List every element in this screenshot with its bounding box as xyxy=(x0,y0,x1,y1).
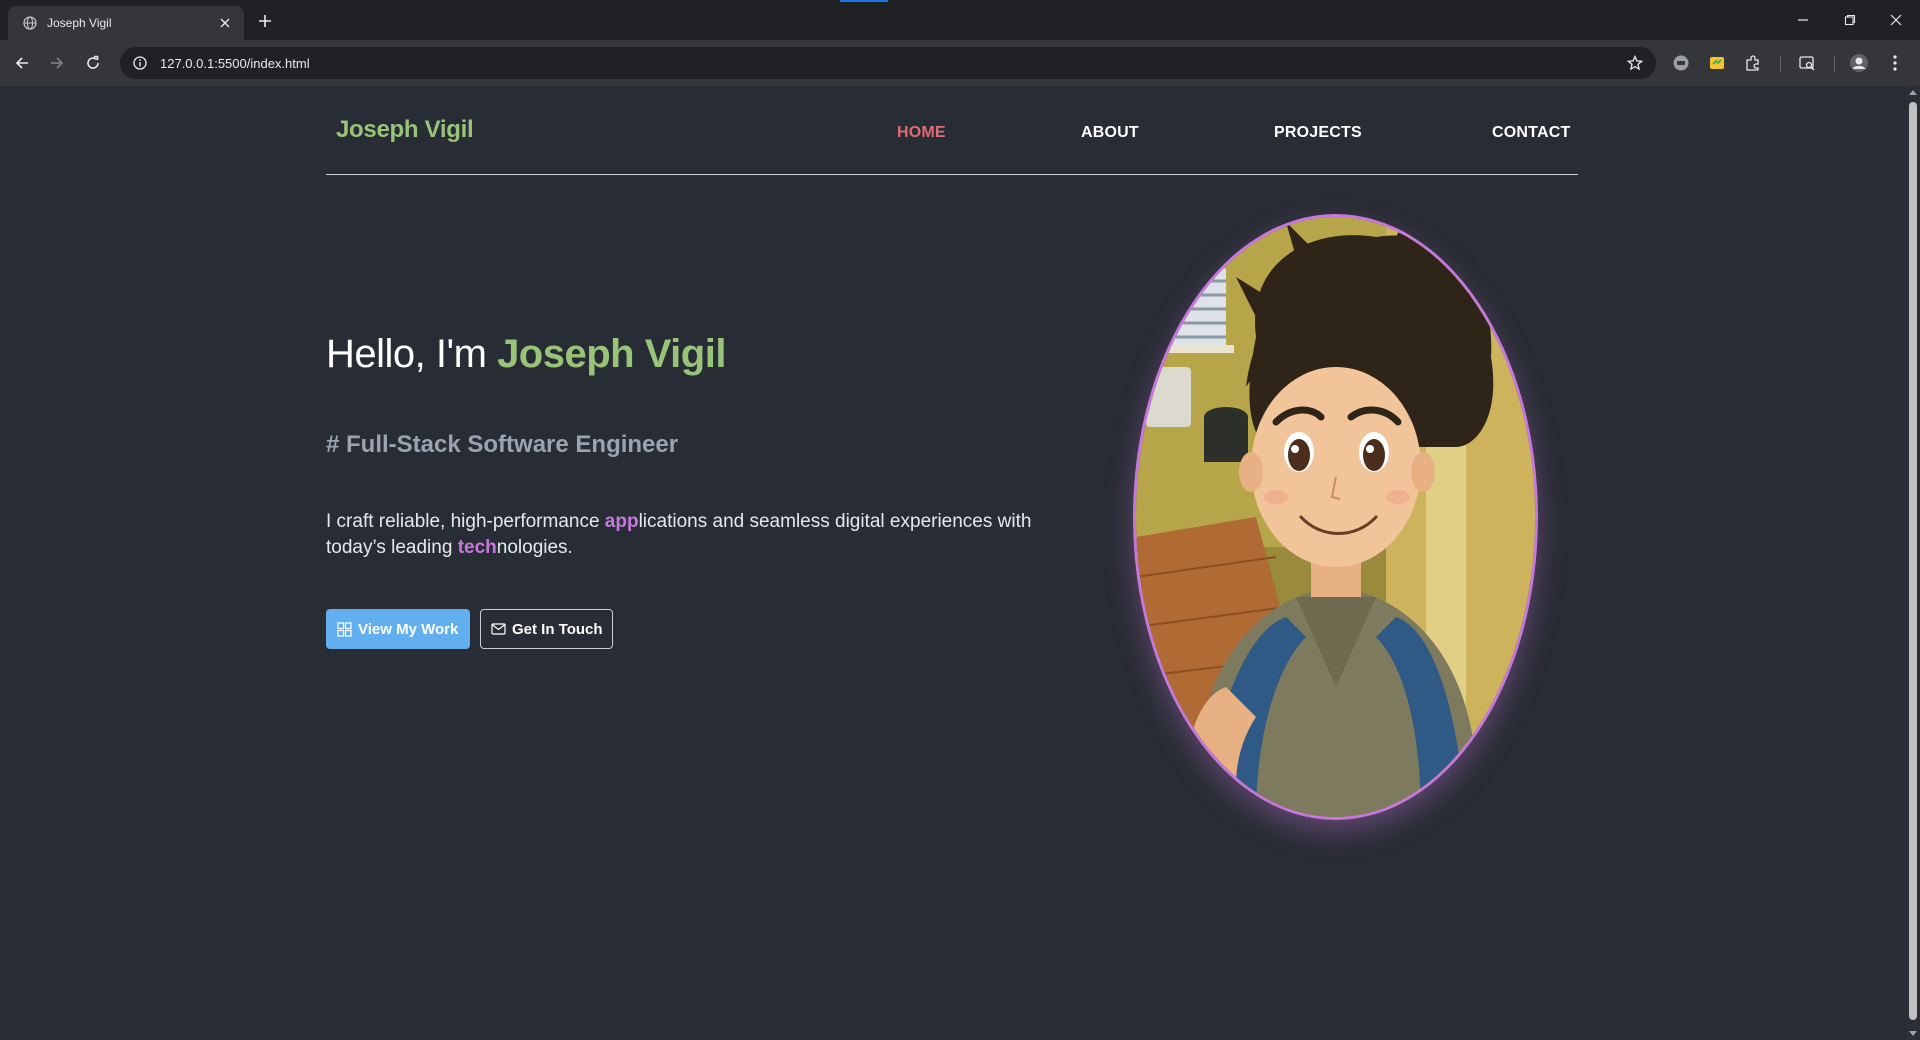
toolbar-separator xyxy=(1834,56,1835,72)
get-in-touch-label: Get In Touch xyxy=(512,620,603,638)
site-logo[interactable]: Joseph Vigil xyxy=(336,116,474,144)
minimize-icon[interactable] xyxy=(1780,0,1826,40)
bookmark-star-icon[interactable] xyxy=(1626,54,1644,72)
toolbar-separator xyxy=(1780,56,1781,72)
back-icon[interactable] xyxy=(10,51,34,75)
profile-avatar-icon[interactable] xyxy=(1848,52,1870,74)
get-in-touch-button[interactable]: Get In Touch xyxy=(480,609,613,649)
hero-name: Joseph Vigil xyxy=(497,332,726,376)
scrollbar-thumb[interactable] xyxy=(1909,102,1917,1020)
browser-tab[interactable]: Joseph Vigil xyxy=(8,6,244,40)
portrait-illustration xyxy=(1136,217,1535,817)
url-text: 127.0.0.1:5500/index.html xyxy=(160,55,310,71)
view-my-work-button[interactable]: View My Work xyxy=(326,609,470,649)
extension-record-icon[interactable] xyxy=(1670,52,1692,74)
desc-highlight: app xyxy=(604,511,639,532)
nav-about-link[interactable]: ABOUT xyxy=(1081,124,1139,142)
extensions-puzzle-icon[interactable] xyxy=(1742,52,1764,74)
new-tab-icon[interactable] xyxy=(254,10,276,32)
nav-contact-link[interactable]: CONTACT xyxy=(1492,124,1570,142)
tabstrip-accent xyxy=(840,0,888,2)
grid-icon xyxy=(336,621,352,637)
hero-greeting: Hello, I'm xyxy=(326,332,498,376)
scroll-up-arrow-icon[interactable] xyxy=(1909,90,1917,95)
page-scrollbar[interactable] xyxy=(1906,86,1920,1040)
site-info-icon[interactable] xyxy=(132,55,148,71)
scroll-down-arrow-icon[interactable] xyxy=(1909,1031,1917,1036)
tab-search-icon[interactable] xyxy=(1796,52,1818,74)
nav-projects-link[interactable]: PROJECTS xyxy=(1274,124,1362,142)
hero-subtitle: # Full-Stack Software Engineer xyxy=(326,431,679,458)
nav-home-link[interactable]: HOME xyxy=(897,124,946,142)
extension-note-icon[interactable] xyxy=(1706,52,1728,74)
profile-portrait xyxy=(1133,214,1538,820)
reload-icon[interactable] xyxy=(81,51,105,75)
desc-highlight: tech xyxy=(457,537,497,558)
hero-title: Hello, I'm Joseph Vigil xyxy=(326,332,726,377)
menu-kebab-icon[interactable] xyxy=(1884,52,1906,74)
tab-title: Joseph Vigil xyxy=(47,16,112,30)
globe-icon xyxy=(22,15,38,31)
browser-toolbar: 127.0.0.1:5500/index.html xyxy=(0,40,1920,86)
tab-close-icon[interactable] xyxy=(216,14,234,32)
site-navbar: Joseph Vigil HOME ABOUT PROJECTS CONTACT xyxy=(326,86,1578,175)
forward-icon[interactable] xyxy=(45,51,69,75)
close-window-icon[interactable] xyxy=(1873,0,1919,40)
desc-text: nologies. xyxy=(496,537,573,558)
browser-tabstrip: Joseph Vigil xyxy=(0,0,1920,40)
restore-icon[interactable] xyxy=(1827,0,1873,40)
hero-description: I craft reliable, high-performance appli… xyxy=(326,509,1086,561)
envelope-icon xyxy=(491,621,506,637)
view-my-work-label: View My Work xyxy=(358,620,459,638)
desc-text: I craft reliable, high-performance xyxy=(326,511,605,532)
page-viewport: Joseph Vigil HOME ABOUT PROJECTS CONTACT… xyxy=(0,86,1906,1040)
address-bar[interactable]: 127.0.0.1:5500/index.html xyxy=(120,47,1656,79)
